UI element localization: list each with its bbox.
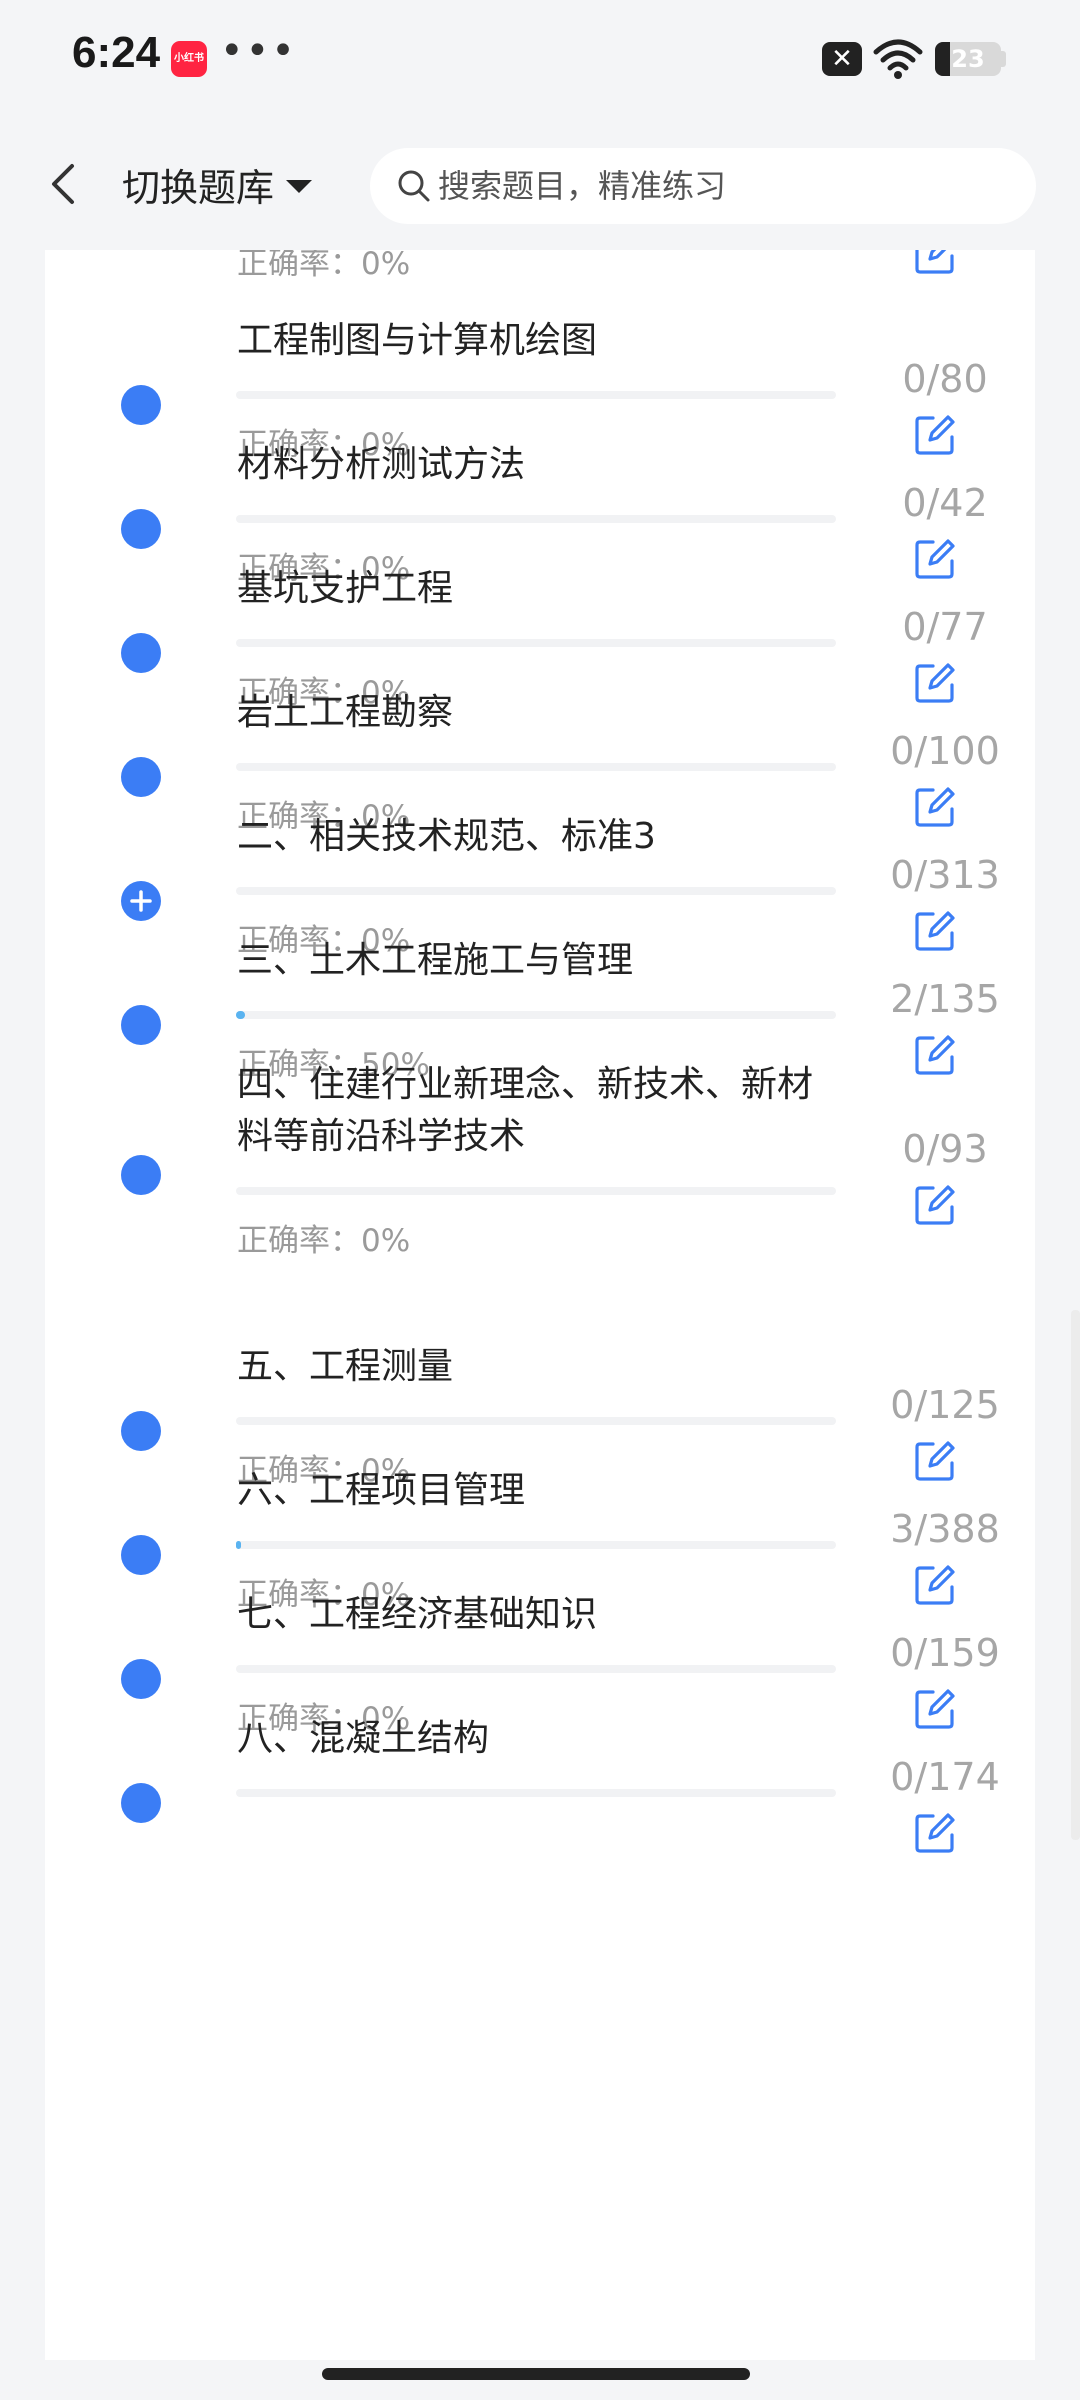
chapter-dot-icon	[121, 1005, 161, 1045]
chapter-title: 材料分析测试方法	[237, 444, 526, 485]
expand-plus-icon[interactable]	[121, 881, 161, 921]
home-indicator[interactable]	[322, 2368, 750, 2380]
practice-edit-icon[interactable]	[913, 537, 957, 581]
no-sim-icon: ✕	[822, 42, 862, 76]
accuracy-text: 正确率：0%	[237, 1215, 410, 1260]
accuracy-label: 正确率：	[237, 1223, 361, 1259]
practice-edit-icon[interactable]	[913, 1033, 957, 1077]
question-count: 0/77	[902, 605, 988, 649]
progress-bar	[236, 1541, 836, 1549]
status-bar: 6:24 小红书 ••• ✕ 23	[0, 0, 1080, 120]
progress-bar	[236, 1187, 836, 1195]
practice-edit-icon[interactable]	[913, 250, 957, 276]
progress-bar	[236, 763, 836, 771]
accuracy-text: 正确率：0%	[237, 250, 410, 283]
chapter-dot-icon	[121, 633, 161, 673]
more-notifications-icon: •••	[220, 28, 297, 74]
header: 切换题库	[0, 120, 1080, 250]
chapter-title: 七、工程经济基础知识	[237, 1594, 598, 1635]
question-count: 0/80	[902, 357, 988, 401]
practice-edit-icon[interactable]	[913, 1563, 957, 1607]
chapter-title: 五、工程测量	[237, 1346, 454, 1387]
scrollbar[interactable]	[1071, 1310, 1080, 1840]
battery-icon: 23	[935, 42, 1001, 76]
search-icon	[398, 170, 430, 202]
progress-bar	[236, 391, 836, 399]
chapter-dot-icon	[121, 1783, 161, 1823]
practice-edit-icon[interactable]	[913, 661, 957, 705]
chapter-title: 六、工程项目管理	[237, 1470, 526, 1511]
clock: 6:24	[72, 28, 161, 77]
chapter-title: 四、住建行业新理念、新技术、新材料等前沿科学技术	[237, 1064, 814, 1157]
practice-edit-icon[interactable]	[913, 785, 957, 829]
chapter-title: 八、混凝土结构	[237, 1718, 490, 1759]
switch-question-bank-button[interactable]: 切换题库	[122, 156, 313, 212]
search-bar[interactable]	[370, 148, 1036, 224]
progress-bar	[236, 887, 836, 895]
chapter-title: 工程制图与计算机绘图	[237, 320, 598, 361]
progress-bar	[236, 1789, 836, 1797]
chapter-dot-icon	[121, 1155, 161, 1195]
chapter-list: 正确率：0% 工程制图与计算机绘图 正确率：0% 0/80 材料分析测试方法 正确率：0%…	[45, 250, 1035, 2360]
switch-question-bank-label: 切换题库	[122, 165, 275, 210]
accuracy-label: 正确率：	[237, 250, 361, 282]
practice-edit-icon[interactable]	[913, 413, 957, 457]
practice-edit-icon[interactable]	[913, 909, 957, 953]
practice-edit-icon[interactable]	[913, 1687, 957, 1731]
question-count: 2/135	[890, 977, 1000, 1021]
chapter-title: 基坑支护工程	[237, 568, 454, 609]
chapter-title: 二、相关技术规范、标准3	[237, 816, 656, 857]
chapter-dot-icon	[121, 757, 161, 797]
accuracy-value: 0%	[361, 1223, 411, 1259]
question-count: 0/313	[890, 853, 1000, 897]
question-count: 0/93	[902, 1127, 988, 1171]
progress-fill	[236, 1541, 241, 1549]
accuracy-value: 0%	[361, 250, 411, 282]
chapter-dot-icon	[121, 1411, 161, 1451]
back-arrow-icon[interactable]	[40, 156, 90, 212]
question-count: 0/42	[902, 481, 988, 525]
practice-edit-icon[interactable]	[913, 1183, 957, 1227]
chapter-dot-icon	[121, 385, 161, 425]
xiaohongshu-notification-icon: 小红书	[171, 41, 207, 77]
practice-edit-icon[interactable]	[913, 1811, 957, 1855]
caret-down-icon	[286, 179, 313, 193]
battery-level: 23	[951, 45, 985, 73]
progress-bar	[236, 1665, 836, 1673]
progress-bar	[236, 1011, 836, 1019]
wifi-icon	[873, 39, 923, 79]
search-input[interactable]	[438, 167, 998, 205]
chapter-dot-icon	[121, 1535, 161, 1575]
progress-bar	[236, 1417, 836, 1425]
chapter-title: 三、土木工程施工与管理	[237, 940, 634, 981]
chapter-title: 岩土工程勘察	[237, 692, 454, 733]
battery-tip	[1001, 51, 1006, 67]
progress-bar	[236, 639, 836, 647]
question-count: 0/125	[890, 1383, 1000, 1427]
progress-fill	[236, 1011, 245, 1019]
question-count: 0/174	[890, 1755, 1000, 1799]
chapter-dot-icon	[121, 509, 161, 549]
chapter-dot-icon	[121, 1659, 161, 1699]
practice-edit-icon[interactable]	[913, 1439, 957, 1483]
question-count: 0/159	[890, 1631, 1000, 1675]
progress-bar	[236, 515, 836, 523]
question-count: 3/388	[890, 1507, 1000, 1551]
question-count: 0/100	[890, 729, 1000, 773]
